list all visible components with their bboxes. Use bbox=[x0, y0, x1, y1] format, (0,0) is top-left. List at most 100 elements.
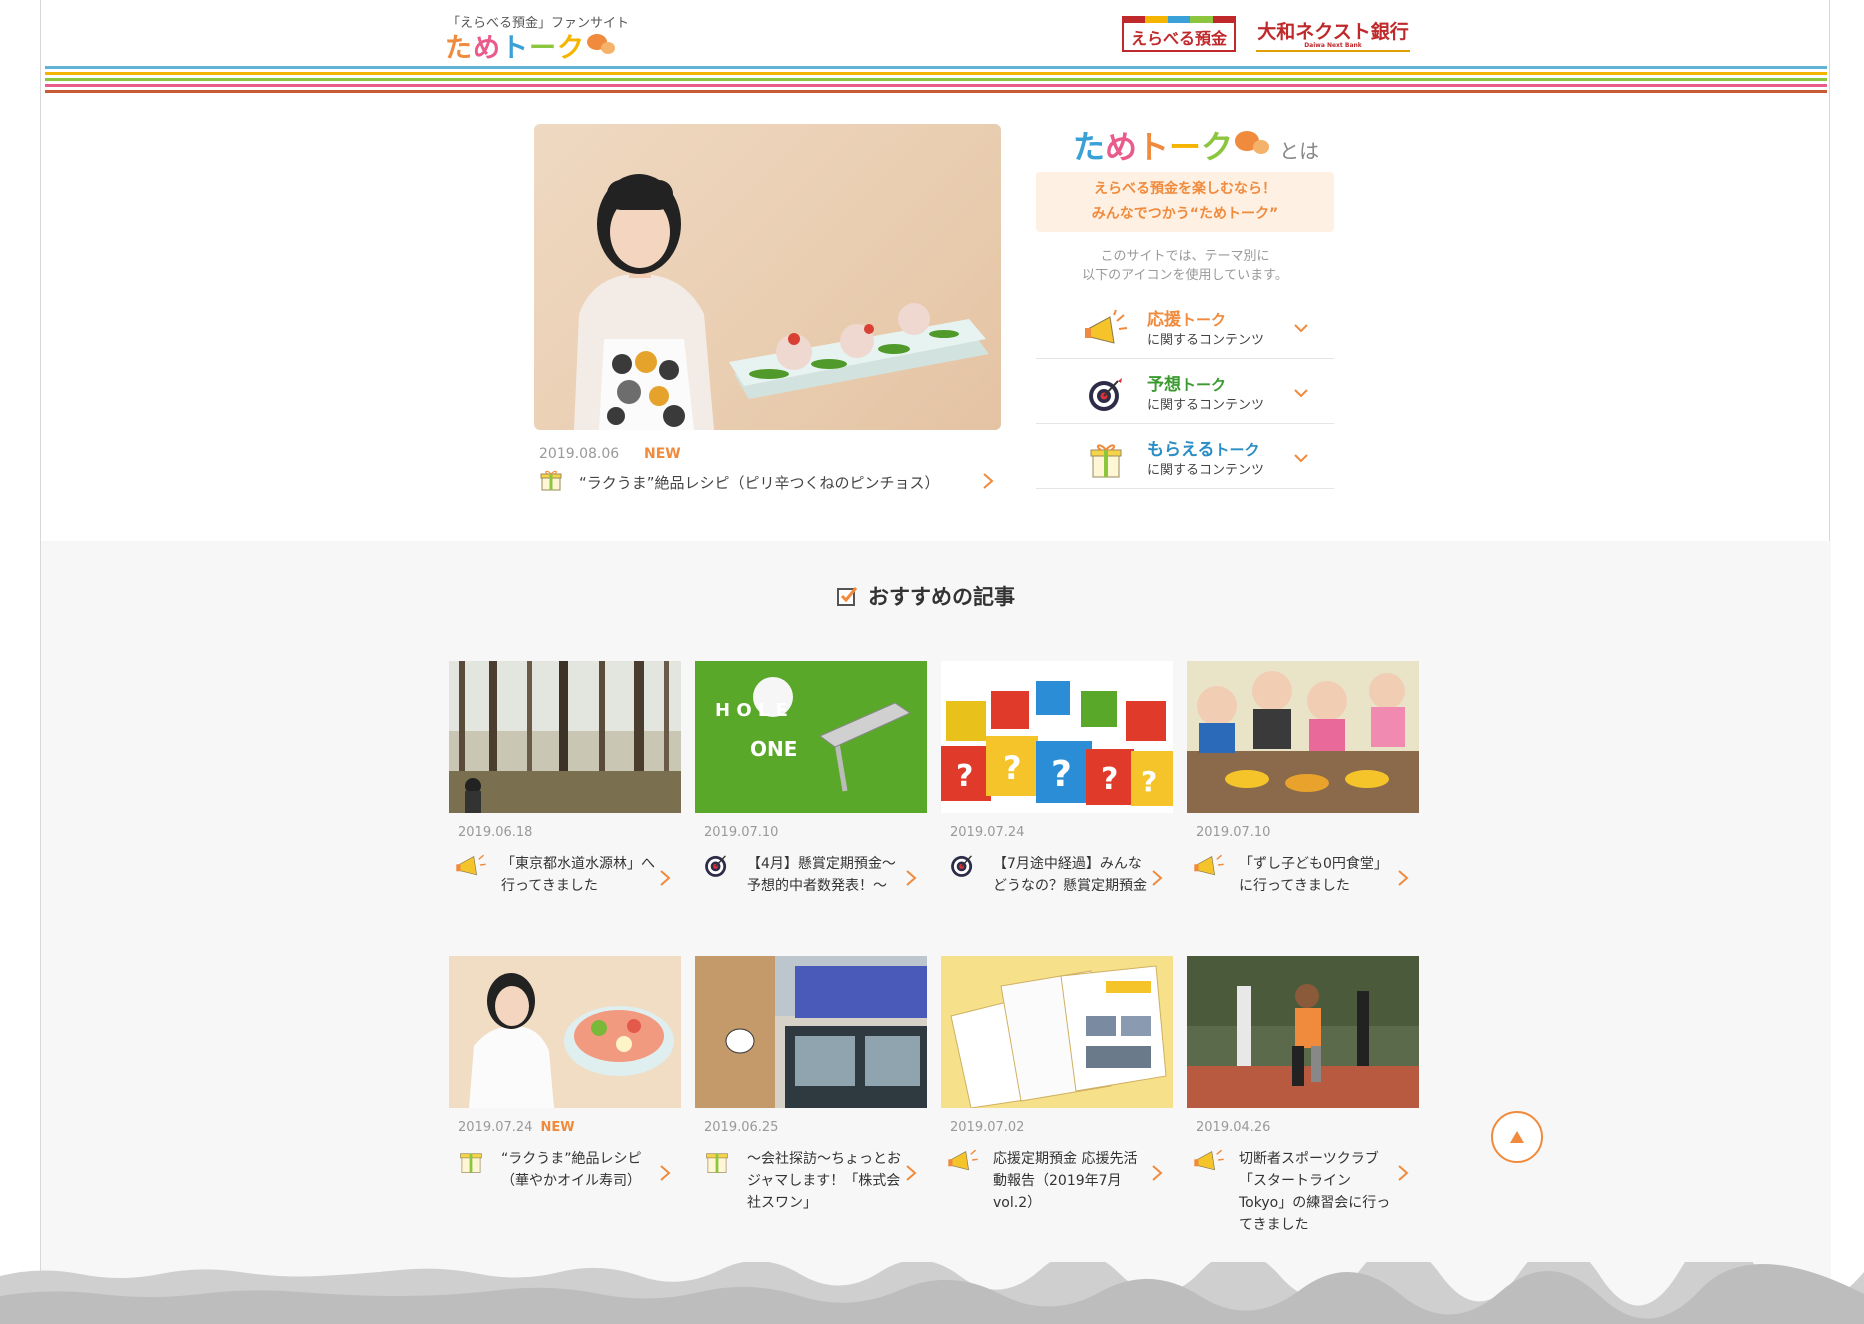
chevron-right-icon[interactable] bbox=[1151, 1164, 1163, 1186]
chevron-right-icon[interactable] bbox=[1151, 869, 1163, 891]
chevron-down-icon[interactable] bbox=[1293, 449, 1309, 468]
category-name: 応援トーク bbox=[1147, 310, 1227, 330]
hero-article-title[interactable]: “ラクうま”絶品レシピ（ピリ辛つくねのピンチョス） bbox=[579, 472, 999, 493]
chevron-down-icon[interactable] bbox=[1293, 319, 1309, 338]
article-thumbnail[interactable] bbox=[695, 956, 927, 1108]
svg-text:?: ? bbox=[956, 759, 973, 794]
article-thumbnail[interactable] bbox=[449, 661, 681, 813]
gift-icon bbox=[455, 1146, 487, 1178]
megaphone-icon bbox=[947, 1146, 979, 1178]
chevron-right-icon[interactable] bbox=[905, 869, 917, 891]
article-thumbnail[interactable]: ????? bbox=[941, 661, 1173, 813]
site-logo[interactable]: た め ト ー ク bbox=[445, 26, 615, 65]
category-prediction[interactable]: 予想トーク に関するコンテンツ bbox=[1036, 362, 1334, 424]
article-card[interactable]: 2019.07.10 「ずし子ども0円食堂」に行ってきました bbox=[1187, 661, 1419, 894]
brand-color-bars bbox=[1122, 16, 1236, 23]
gift-icon bbox=[1084, 439, 1128, 479]
footer-wave bbox=[0, 1262, 1864, 1324]
article-thumbnail[interactable] bbox=[449, 956, 681, 1108]
brand2-label: 大和ネクスト銀行 bbox=[1257, 21, 1409, 43]
recommended-heading-text: おすすめの記事 bbox=[868, 585, 1015, 609]
article-thumbnail[interactable]: H O L E ONE bbox=[695, 661, 927, 813]
article-thumbnail[interactable] bbox=[1187, 956, 1419, 1108]
daiwa-next-bank-logo[interactable]: 大和ネクスト銀行 Daiwa Next Bank bbox=[1256, 17, 1410, 52]
article-card[interactable]: ????? 2019.07.24 【7月途中経過】みんなどうなの？懸賞定期預金 bbox=[941, 661, 1173, 894]
target-icon bbox=[1084, 374, 1128, 414]
svg-text:?: ? bbox=[1101, 762, 1118, 797]
hero-date: 2019.08.06 bbox=[539, 446, 620, 462]
article-title[interactable]: 【7月途中経過】みんなどうなの？懸賞定期預金 bbox=[993, 853, 1151, 897]
svg-text:?: ? bbox=[1003, 749, 1022, 787]
category-sub: に関するコンテンツ bbox=[1147, 463, 1265, 478]
about-description: このサイトでは、テーマ別に 以下のアイコンを使用しています。 bbox=[1036, 247, 1334, 285]
chevron-right-icon[interactable] bbox=[1397, 869, 1409, 891]
speech-bubble-icon bbox=[601, 41, 615, 54]
chevron-right-icon[interactable] bbox=[659, 1164, 671, 1186]
hero-image[interactable] bbox=[534, 124, 1001, 430]
article-date: 2019.07.24 NEW bbox=[458, 1120, 575, 1135]
about-towa: とは bbox=[1279, 138, 1320, 163]
about-catchcopy: えらべる預金を楽しむなら！ みんなでつかう“ためトーク” bbox=[1036, 172, 1334, 232]
article-title[interactable]: “ラクうま”絶品レシピ（華やかオイル寿司） bbox=[501, 1148, 659, 1192]
category-gift[interactable]: もらえるトーク に関するコンテンツ bbox=[1036, 427, 1334, 489]
erabel-deposit-logo[interactable]: えらべる預金 bbox=[1122, 16, 1236, 52]
logo-char: ク bbox=[1201, 128, 1234, 166]
chevron-right-icon[interactable] bbox=[1397, 1164, 1409, 1186]
arrow-up-icon bbox=[1510, 1131, 1524, 1143]
chevron-down-icon[interactable] bbox=[1293, 384, 1309, 403]
article-title[interactable]: ～会社探訪～ちょっとおジャマします！「株式会社スワン」 bbox=[747, 1148, 905, 1214]
logo-char: め bbox=[473, 33, 501, 64]
category-name: 予想トーク bbox=[1147, 375, 1227, 395]
article-title[interactable]: 「東京都水道水源林」へ行ってきました bbox=[501, 853, 659, 897]
category-name: もらえるトーク bbox=[1147, 440, 1260, 460]
chevron-right-icon[interactable] bbox=[905, 1164, 917, 1186]
category-support[interactable]: 応援トーク に関するコンテンツ bbox=[1036, 297, 1334, 359]
logo-char: た bbox=[445, 33, 473, 64]
logo-char: め bbox=[1105, 128, 1138, 166]
article-date: 2019.07.24 bbox=[950, 825, 1025, 840]
brand2-sub: Daiwa Next Bank bbox=[1304, 42, 1362, 49]
new-badge: NEW bbox=[644, 446, 681, 462]
article-thumbnail[interactable] bbox=[1187, 661, 1419, 813]
catch-line: えらべる預金を楽しむなら！ bbox=[1094, 181, 1276, 197]
about-logo: た め ト ー ク とは bbox=[1073, 122, 1319, 168]
logo-char: た bbox=[1073, 128, 1106, 166]
article-thumbnail[interactable] bbox=[941, 956, 1173, 1108]
article-title[interactable]: 切断者スポーツクラブ「スタートライン Tokyo」の練習会に行ってきました bbox=[1239, 1148, 1397, 1236]
desc-line: このサイトでは、テーマ別に bbox=[1100, 249, 1270, 264]
article-card[interactable]: 2019.06.25 ～会社探訪～ちょっとおジャマします！「株式会社スワン」 bbox=[695, 956, 927, 1211]
back-to-top-button[interactable] bbox=[1491, 1111, 1543, 1163]
megaphone-icon bbox=[1193, 851, 1225, 883]
logo-char: ト bbox=[1137, 128, 1170, 166]
article-title[interactable]: 応援定期預金 応援先活動報告（2019年7月vol.2） bbox=[993, 1148, 1151, 1214]
article-title[interactable]: 【4月】懸賞定期預金～予想的中者数発表！～ bbox=[747, 853, 905, 897]
article-card[interactable]: 2019.06.18 「東京都水道水源林」へ行ってきました bbox=[449, 661, 681, 894]
golf-word: ONE bbox=[750, 737, 797, 761]
article-title[interactable]: 「ずし子ども0円食堂」に行ってきました bbox=[1239, 853, 1397, 897]
chevron-right-icon[interactable] bbox=[659, 869, 671, 891]
checkbox-icon bbox=[837, 587, 858, 606]
brand1-label: えらべる預金 bbox=[1122, 23, 1236, 52]
article-card[interactable]: 2019.04.26 切断者スポーツクラブ「スタートライン Tokyo」の練習会… bbox=[1187, 956, 1419, 1233]
chevron-right-icon[interactable] bbox=[981, 472, 995, 494]
article-date: 2019.06.18 bbox=[458, 825, 533, 840]
catch-line: みんなでつかう“ためトーク” bbox=[1091, 206, 1279, 222]
category-sub: に関するコンテンツ bbox=[1147, 398, 1265, 413]
logo-char: ト bbox=[501, 33, 529, 64]
article-card[interactable]: 2019.07.24 NEW “ラクうま”絶品レシピ（華やかオイル寿司） bbox=[449, 956, 681, 1189]
category-sub: に関するコンテンツ bbox=[1147, 333, 1265, 348]
megaphone-icon bbox=[1193, 1146, 1225, 1178]
logo-char: ー bbox=[1169, 128, 1202, 166]
article-date: 2019.07.10 bbox=[1196, 825, 1271, 840]
golf-word: H O L E bbox=[715, 700, 788, 721]
gift-icon bbox=[701, 1146, 733, 1178]
speech-bubble-icon bbox=[1253, 140, 1270, 154]
gift-icon bbox=[539, 468, 563, 496]
article-date: 2019.04.26 bbox=[1196, 1120, 1271, 1135]
svg-text:?: ? bbox=[1141, 765, 1157, 798]
article-card[interactable]: 2019.07.02 応援定期預金 応援先活動報告（2019年7月vol.2） bbox=[941, 956, 1173, 1211]
megaphone-icon bbox=[1084, 309, 1128, 349]
article-card[interactable]: H O L E ONE 2019.07.10 【4月】懸賞定期預金～予想的中者数… bbox=[695, 661, 927, 894]
target-icon bbox=[947, 851, 979, 883]
header-stripes bbox=[45, 66, 1827, 96]
